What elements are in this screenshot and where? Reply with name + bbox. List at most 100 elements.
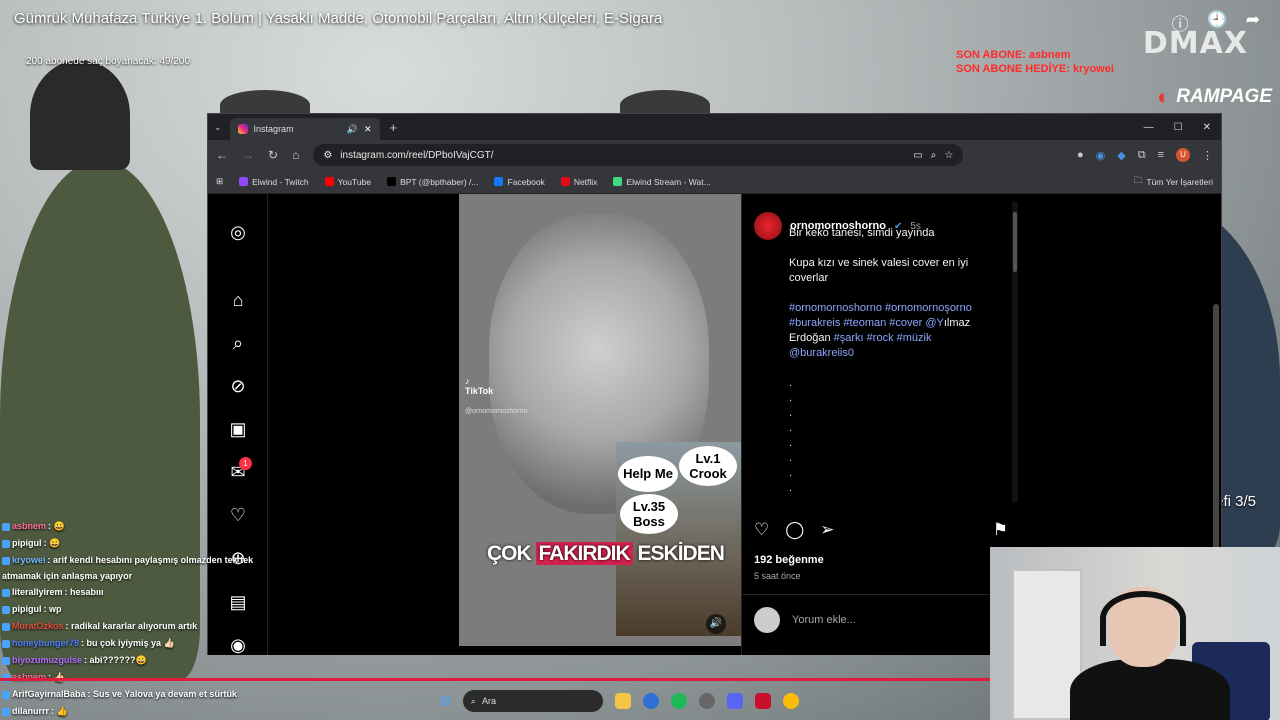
puzzle-icon[interactable]: ⧉: [1138, 149, 1146, 162]
zoom-icon[interactable]: ⌕: [931, 150, 937, 161]
chat-text: : 👍: [51, 706, 68, 716]
taskbar-search[interactable]: ⌕ Ara: [462, 690, 603, 712]
taskbar: ⊞ ⌕ Ara: [440, 690, 799, 712]
tab-instagram[interactable]: Instagram 🔊 ✕: [229, 118, 380, 140]
post-age: 5 saat önce: [754, 571, 801, 581]
comment-icon[interactable]: ◯: [785, 520, 804, 540]
chat-message: pipigul: wp: [2, 601, 272, 618]
chat-message: asbnem: 😀: [2, 518, 272, 535]
speaker-icon[interactable]: 🔊: [347, 124, 358, 135]
extension-icon-2[interactable]: ◉: [1096, 149, 1106, 162]
chat-text: : 😀: [48, 521, 65, 531]
author-avatar[interactable]: [754, 212, 782, 240]
bookmark-item[interactable]: Elwind Stream - Wat...: [613, 177, 711, 187]
like-icon[interactable]: ♡: [754, 520, 769, 540]
caption-scroll-thumb[interactable]: [1013, 212, 1017, 272]
extension-icon-3[interactable]: ◆: [1117, 149, 1125, 162]
site-info-icon[interactable]: ⚙: [323, 150, 332, 161]
chat-username[interactable]: asbnem: [12, 521, 46, 531]
apps-icon[interactable]: ⊞: [216, 176, 223, 187]
file-explorer-icon[interactable]: [614, 693, 631, 709]
post-caption: Bir keko tanesi, simdi yayında Kupa kızı…: [789, 226, 999, 496]
streamer-body: [1070, 659, 1230, 720]
back-icon[interactable]: ←: [216, 148, 228, 162]
badge-icon: [2, 639, 10, 648]
chat-message: ArifGayirnalBaba: Sus ve Yalova ya devam…: [2, 686, 272, 703]
rampage-logo: ◐ RAMPAGE: [1156, 84, 1272, 109]
volume-icon[interactable]: 🔊: [706, 614, 726, 634]
bookmark-item[interactable]: Netflix: [560, 177, 597, 187]
webcam-overlay: [990, 547, 1280, 720]
chat-message: biyozumuzgulse: abi??????😀: [2, 652, 272, 669]
chat-text: : hesabııı: [64, 587, 104, 597]
chat-username[interactable]: pipigul: [12, 604, 42, 614]
bookmark-item[interactable]: BPT (@bpthaber) /...: [387, 177, 478, 187]
tab-search-icon[interactable]: ⌄: [214, 122, 222, 133]
bookmark-item[interactable]: Facebook: [494, 177, 545, 187]
chat-text: : bu çok iyiymiş ya 👍🏻: [81, 638, 175, 648]
tiktok-handle: @ornomornoshorno: [465, 408, 528, 415]
media-icon[interactable]: ≡: [1158, 149, 1164, 161]
dmax-logo: DMAX: [1142, 26, 1248, 61]
app-icon[interactable]: [754, 693, 771, 709]
badge-icon: [2, 522, 10, 531]
post-panel: ornomornoshorno ✔ 5s Bir keko tanesi, si…: [741, 194, 1021, 655]
chat-username[interactable]: biyozumuzgulse: [12, 655, 82, 665]
profile-avatar[interactable]: U: [1176, 148, 1190, 162]
close-window-icon[interactable]: ✕: [1203, 122, 1211, 133]
discord-icon[interactable]: [726, 693, 743, 709]
bookmark-item[interactable]: YouTube: [324, 177, 371, 187]
chat-username[interactable]: honeybunger78: [12, 638, 79, 648]
comment-box[interactable]: Yorum ekle... ☺: [742, 594, 1021, 644]
like-count[interactable]: 192 beğenme: [754, 554, 824, 566]
chat-text: : 😀: [43, 538, 61, 548]
maximize-icon[interactable]: ☐: [1174, 122, 1183, 133]
new-tab-button[interactable]: +: [390, 120, 398, 135]
app-icon[interactable]: [698, 693, 715, 709]
extension-icon-1[interactable]: ●: [1077, 149, 1084, 161]
menu-icon[interactable]: ⋮: [1202, 149, 1213, 162]
stream-chat: asbnem: 😀 pipigul: 😀 kryowei: arif kendi h…: [2, 518, 272, 720]
chat-username[interactable]: pipigul: [12, 538, 42, 548]
reload-icon[interactable]: ↻: [268, 148, 278, 162]
bookmark-item[interactable]: Elwind - Twitch: [239, 177, 309, 187]
close-tab-icon[interactable]: ✕: [364, 124, 372, 135]
chat-username[interactable]: ArifGayirnalBaba: [12, 689, 86, 699]
chat-username[interactable]: kryowei: [12, 555, 46, 565]
chat-username[interactable]: literallyirem: [12, 587, 63, 597]
badge-icon: [2, 605, 10, 614]
reel-video[interactable]: ♪ TikTok @ornomornoshorno Help Me Lv.1 Cro…: [459, 194, 741, 646]
windows-start-icon[interactable]: ⊞: [440, 693, 451, 709]
cast-icon[interactable]: ▭: [913, 150, 922, 161]
save-icon[interactable]: ⚑: [993, 520, 1008, 540]
page-scrollbar[interactable]: [1213, 304, 1219, 554]
chat-message: pipigul: 😀: [2, 535, 272, 552]
address-bar[interactable]: ⚙ instagram.com/reel/DPboIVajCGT/ ▭ ⌕ ☆: [313, 144, 964, 166]
instagram-logo-icon[interactable]: ◎: [227, 221, 249, 243]
messages-nav-icon[interactable]: ✉ 1: [227, 457, 252, 483]
reel-caption: ÇOK FAKIRDIK ESKİDEN: [487, 542, 725, 565]
search-nav-icon[interactable]: ⌕: [227, 332, 249, 354]
comment-input[interactable]: Yorum ekle...: [792, 614, 856, 626]
forward-icon[interactable]: →: [242, 148, 254, 162]
search-icon: ⌕: [470, 695, 476, 706]
chat-username[interactable]: dilanurrr: [12, 706, 49, 716]
app-icon[interactable]: [642, 693, 659, 709]
chat-message: dilanurrr: 👍: [2, 703, 272, 720]
game-inset: Help Me Lv.1 Crook Lv.35 Boss: [616, 442, 741, 636]
chat-username[interactable]: MuratOzkos: [12, 621, 64, 631]
send-icon[interactable]: ➢: [820, 520, 834, 540]
reels-nav-icon[interactable]: ▣: [227, 418, 249, 440]
minimize-icon[interactable]: —: [1144, 122, 1154, 133]
all-bookmarks[interactable]: 🗀 Tüm Yer İşaretleri: [1134, 175, 1213, 189]
spotify-icon[interactable]: [670, 693, 687, 709]
home-icon[interactable]: ⌂: [292, 148, 299, 162]
explore-nav-icon[interactable]: ⊘: [227, 375, 249, 397]
badge-icon: [2, 690, 10, 699]
chat-message: MuratOzkos: radikal kararlar alıyorum ar…: [2, 618, 272, 635]
home-nav-icon[interactable]: ⌂: [227, 289, 249, 311]
twitch-icon: [239, 177, 249, 186]
chrome-icon[interactable]: [782, 693, 799, 709]
bookmark-star-icon[interactable]: ☆: [944, 150, 953, 161]
folder-icon: 🗀: [1133, 174, 1143, 185]
